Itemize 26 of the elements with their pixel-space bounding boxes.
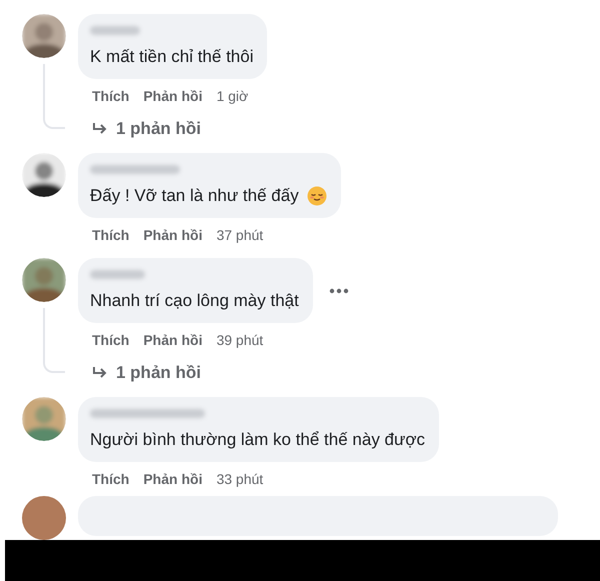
comment-time: 33 phút bbox=[216, 470, 264, 489]
comment-time: 37 phút bbox=[216, 226, 264, 245]
comment-time: 1 giờ bbox=[216, 87, 248, 106]
view-replies-link[interactable]: 1 phản hồi bbox=[92, 117, 268, 141]
blurred-name bbox=[90, 270, 145, 279]
reply-link[interactable]: Phản hồi bbox=[143, 468, 202, 490]
comment-time: 39 phút bbox=[216, 331, 264, 350]
more-icon[interactable] bbox=[328, 288, 349, 294]
like-link[interactable]: Thích bbox=[92, 224, 130, 246]
comment-text: Đấy ! Vỡ tan là như thế đấy bbox=[90, 185, 299, 207]
blurred-name bbox=[90, 26, 140, 35]
like-link[interactable]: Thích bbox=[92, 85, 130, 107]
reply-link[interactable]: Phản hồi bbox=[143, 224, 202, 246]
like-link[interactable]: Thích bbox=[92, 468, 130, 490]
comment-text: Nhanh trí cạo lông mày thật bbox=[90, 290, 299, 312]
reply-link[interactable]: Phản hồi bbox=[143, 329, 202, 351]
thread-line bbox=[43, 308, 65, 373]
comment-text: K mất tiền chỉ thế thôi bbox=[90, 46, 254, 68]
like-link[interactable]: Thích bbox=[92, 329, 130, 351]
reply-arrow-icon bbox=[92, 122, 108, 136]
view-replies-link[interactable]: 1 phản hồi bbox=[92, 361, 349, 385]
reply-link[interactable]: Phản hồi bbox=[143, 85, 202, 107]
avatar bbox=[22, 496, 66, 540]
comment-text: Người bình thường làm ko thể thế này được bbox=[90, 429, 426, 451]
thread-line bbox=[43, 64, 65, 129]
reply-arrow-icon bbox=[92, 366, 108, 380]
